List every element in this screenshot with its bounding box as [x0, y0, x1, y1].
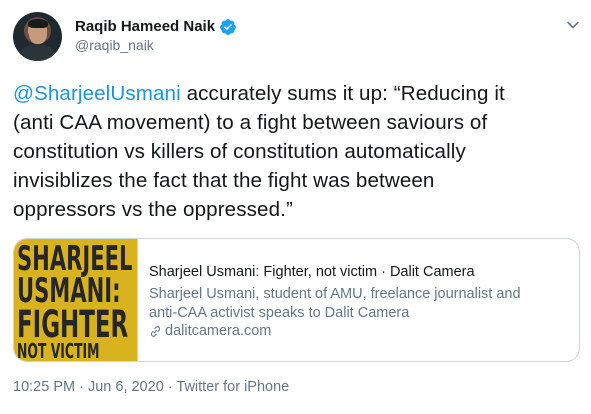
card-title: Sharjeel Usmani: Fighter, not victim · D… [149, 264, 475, 280]
card-domain: dalitcamera.com [165, 323, 272, 339]
tweet: Raqib Hameed Naik @raqib_naik @SharjeelU… [0, 0, 591, 414]
avatar[interactable] [13, 12, 62, 61]
tweet-source[interactable]: Twitter for iPhone [176, 379, 289, 395]
card-thumbnail: SHARJEEL USMANI: FIGHTER NOT VICTIM [14, 239, 138, 361]
avatar-shoulders [19, 44, 56, 61]
meta-separator: · [163, 379, 177, 395]
thumbnail-text: NOT VICTIM [17, 339, 100, 361]
avatar-hair [28, 19, 48, 28]
tweet-time[interactable]: 10:25 PM [13, 379, 75, 395]
link-icon [150, 326, 161, 337]
tweet-metadata: 10:25 PM · Jun 6, 2020 · Twitter for iPh… [13, 379, 289, 395]
tweet-date[interactable]: Jun 6, 2020 [88, 379, 164, 395]
tweet-line-text: accurately sums it up: “Reducing it [180, 82, 505, 105]
tweet-line: constitution vs killers of constitution … [13, 140, 466, 163]
tweet-line: @SharjeelUsmani accurately sums it up: “… [13, 79, 583, 108]
tweet-line: oppressors vs the oppressed.” [13, 198, 293, 221]
card-description: Sharjeel Usmani, student of AMU, freelan… [149, 285, 569, 323]
tweet-text: @SharjeelUsmani accurately sums it up: “… [13, 79, 583, 224]
tweet-line: invisiblizes the fact that the fight was… [13, 169, 435, 192]
card-description-line: anti-CAA activist speaks to Dalit Camera [149, 305, 410, 321]
author-handle[interactable]: @raqib_naik [75, 37, 154, 53]
mention-link[interactable]: @SharjeelUsmani [13, 82, 181, 105]
card-description-line: Sharjeel Usmani, student of AMU, freelan… [149, 286, 521, 302]
meta-separator: · [75, 379, 88, 395]
verified-badge-icon [220, 19, 236, 35]
author-name[interactable]: Raqib Hameed Naik [75, 18, 215, 35]
tweet-line: (anti CAA movement) to a fight between s… [13, 111, 488, 134]
chevron-down-icon[interactable] [566, 18, 580, 32]
link-preview-card[interactable]: SHARJEEL USMANI: FIGHTER NOT VICTIM Shar… [13, 238, 580, 362]
